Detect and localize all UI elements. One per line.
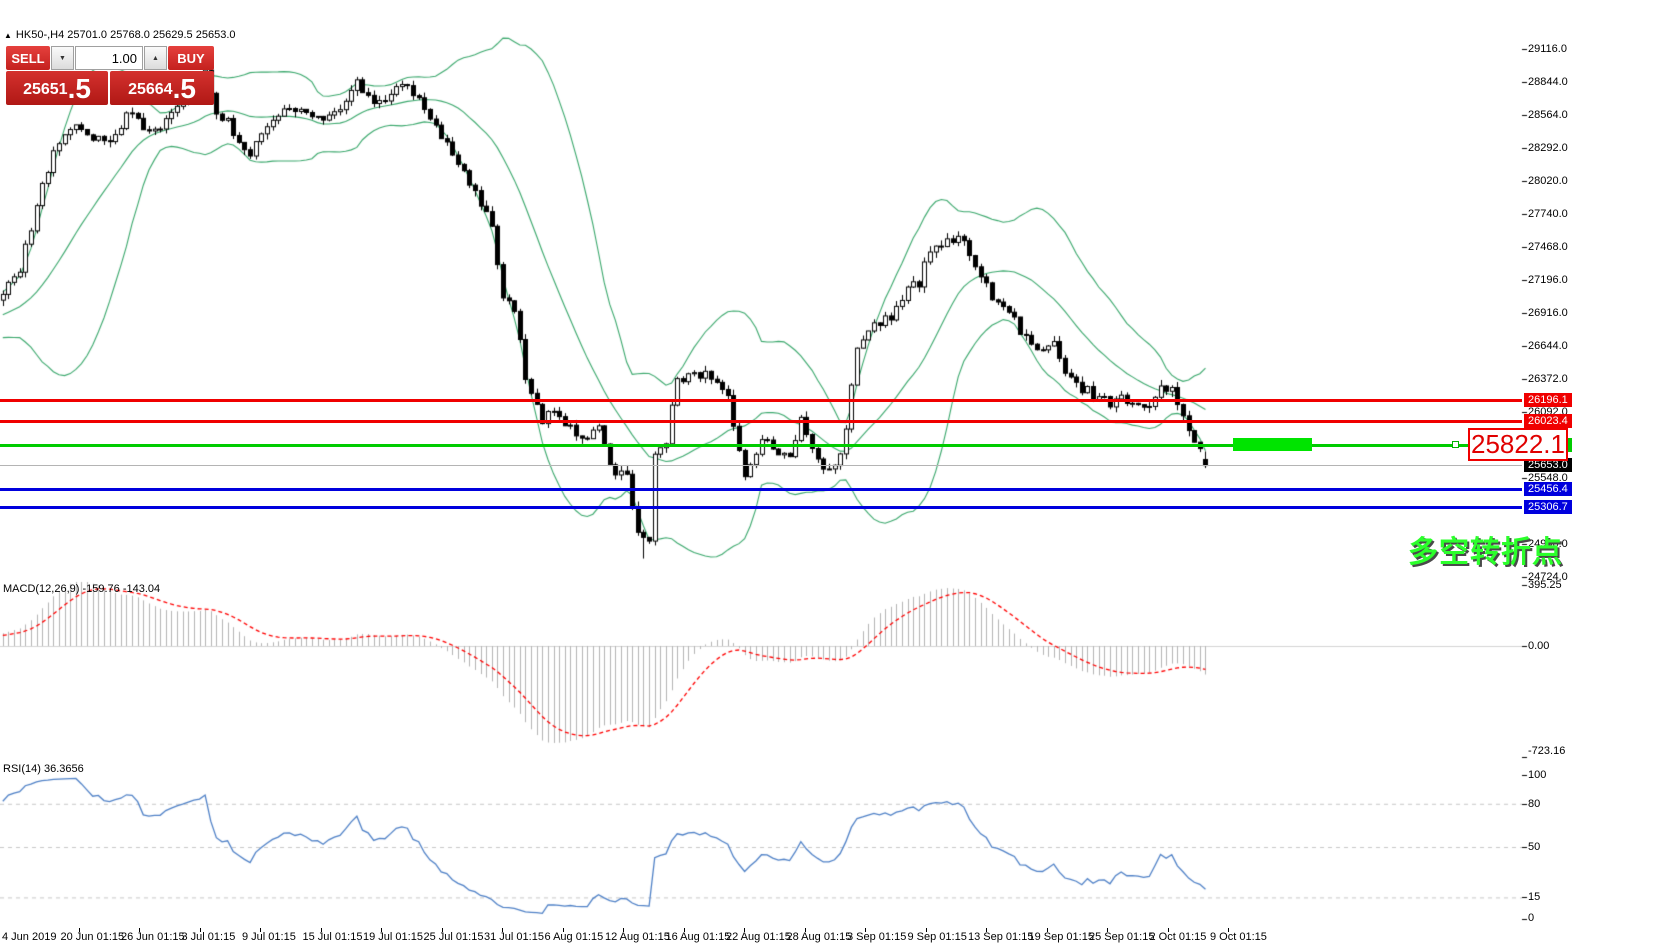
date-tick-mark: [1228, 928, 1229, 932]
price-tick-label: 28564.0: [1528, 109, 1568, 121]
rsi-tick-label: 80: [1528, 798, 1540, 810]
chart-canvas[interactable]: [0, 0, 1671, 948]
date-tick-label: 25 Jul 01:15: [424, 931, 484, 943]
price-tick-label: 27196.0: [1528, 274, 1568, 286]
rsi-label: RSI(14) 36.3656: [3, 763, 84, 775]
rsi-tick-label: 0: [1528, 912, 1534, 924]
symbol-info-text: HK50-,H4 25701.0 25768.0 25629.5 25653.0: [16, 29, 236, 41]
date-tick-mark: [139, 928, 140, 932]
one-click-trading-panel: SELL ▼ 1.00 ▲ BUY 25651 .5 25664 .5: [6, 46, 214, 105]
sell-button[interactable]: SELL: [6, 46, 50, 70]
date-tick-mark: [1047, 928, 1048, 932]
date-tick-mark: [805, 928, 806, 932]
buy-price[interactable]: 25664 .5: [110, 71, 214, 105]
date-tick-mark: [986, 928, 987, 932]
price-tick-label: 28292.0: [1528, 142, 1568, 154]
macd-tick-label: 0.00: [1528, 640, 1549, 652]
date-tick-mark: [1168, 928, 1169, 932]
date-tick-label: 19 Sep 01:15: [1029, 931, 1094, 943]
date-tick-label: 15 Jul 01:15: [303, 931, 363, 943]
date-tick-mark: [1107, 928, 1108, 932]
collapse-triangle-icon[interactable]: ▲: [4, 31, 12, 40]
date-tick-label: 25 Sep 01:15: [1089, 931, 1154, 943]
date-tick-label: 13 Sep 01:15: [968, 931, 1033, 943]
turning-point-text[interactable]: 多空转折点: [1408, 527, 1563, 571]
rsi-tick-label: 100: [1528, 769, 1546, 781]
highlight-rectangle[interactable]: [1233, 438, 1312, 451]
horizontal-line-object[interactable]: [0, 420, 1522, 423]
date-tick-mark: [260, 928, 261, 932]
volume-increase-button[interactable]: ▲: [144, 46, 167, 70]
date-tick-mark: [321, 928, 322, 932]
macd-tick-label: 395.25: [1528, 579, 1562, 591]
date-tick-label: 2 Oct 01:15: [1150, 931, 1207, 943]
date-tick-mark: [623, 928, 624, 932]
date-tick-label: 12 Aug 01:15: [605, 931, 670, 943]
date-tick-label: 31 Jul 01:15: [484, 931, 544, 943]
date-tick-mark: [926, 928, 927, 932]
date-tick-label: 9 Jul 01:15: [242, 931, 296, 943]
date-tick-label: 28 Aug 01:15: [787, 931, 852, 943]
date-tick-mark: [200, 928, 201, 932]
current-price-line: [0, 465, 1522, 466]
horizontal-line-object[interactable]: [0, 506, 1522, 509]
date-tick-label: 19 Jul 01:15: [363, 931, 423, 943]
rsi-tick-label: 15: [1528, 891, 1540, 903]
price-annotation-text: 25822.1: [1471, 429, 1565, 460]
sell-price[interactable]: 25651 .5: [6, 71, 108, 105]
date-tick-label: 3 Sep 01:15: [847, 931, 906, 943]
price-tick-label: 26916.0: [1528, 307, 1568, 319]
date-tick-mark: [79, 928, 80, 932]
date-tick-mark: [563, 928, 564, 932]
date-tick-mark: [381, 928, 382, 932]
date-tick-label: 20 Jun 01:15: [61, 931, 125, 943]
volume-decrease-button[interactable]: ▼: [51, 46, 74, 70]
price-tick-label: 29116.0: [1528, 43, 1567, 55]
date-tick-mark: [442, 928, 443, 932]
date-tick-mark: [744, 928, 745, 932]
price-tick-label: 26644.0: [1528, 340, 1568, 352]
rsi-tick-label: 50: [1528, 841, 1540, 853]
date-tick-label: 4 Jun 2019: [2, 931, 56, 943]
buy-button[interactable]: BUY: [168, 46, 214, 70]
price-badge: 26196.1: [1524, 393, 1572, 407]
date-tick-label: 9 Oct 01:15: [1210, 931, 1267, 943]
macd-tick-label: -723.16: [1528, 745, 1565, 757]
macd-label: MACD(12,26,9) -159.76 -143.04: [3, 583, 160, 595]
price-tick-label: 27468.0: [1528, 241, 1568, 253]
price-tick-label: 28844.0: [1528, 76, 1568, 88]
date-tick-mark: [684, 928, 685, 932]
date-tick-mark: [502, 928, 503, 932]
price-badge: 25306.7: [1524, 500, 1572, 514]
horizontal-line-object[interactable]: [0, 488, 1522, 491]
line-anchor-handle[interactable]: [1452, 441, 1459, 448]
date-tick-label: 9 Sep 01:15: [908, 931, 967, 943]
date-tick-label: 6 Aug 01:15: [545, 931, 604, 943]
price-tick-label: 26372.0: [1528, 373, 1568, 385]
date-tick-label: 22 Aug 01:15: [726, 931, 791, 943]
date-tick-label: 16 Aug 01:15: [666, 931, 731, 943]
price-badge: 26023.4: [1524, 414, 1572, 428]
price-tick-label: 28020.0: [1528, 175, 1568, 187]
symbol-info: ▲ HK50-,H4 25701.0 25768.0 25629.5 25653…: [4, 29, 236, 41]
price-annotation-box[interactable]: 25822.1: [1468, 428, 1568, 461]
horizontal-line-object[interactable]: [0, 399, 1522, 402]
date-tick-label: 26 Jun 01:15: [121, 931, 185, 943]
price-tick-label: 27740.0: [1528, 208, 1568, 220]
date-tick-label: 3 Jul 01:15: [182, 931, 236, 943]
volume-input[interactable]: 1.00: [75, 46, 143, 70]
date-tick-mark: [865, 928, 866, 932]
price-badge: 25456.4: [1524, 482, 1572, 496]
